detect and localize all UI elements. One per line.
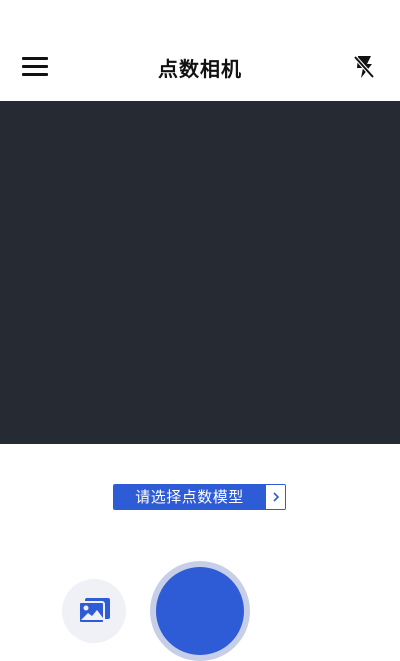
flash-off-icon[interactable] — [352, 54, 376, 80]
gallery-button[interactable] — [62, 579, 126, 643]
flash-off-glyph — [353, 55, 375, 79]
page-title: 点数相机 — [158, 56, 242, 81]
model-select-button[interactable]: 请选择点数模型 — [113, 484, 286, 510]
image-gallery-icon — [78, 598, 110, 624]
shutter-inner — [156, 567, 244, 655]
model-select-label: 请选择点数模型 — [114, 485, 265, 509]
chevron-glyph — [272, 492, 279, 502]
hamburger-menu-icon[interactable] — [22, 55, 48, 79]
camera-app: 点数相机 请选择点数模型 — [0, 0, 400, 661]
app-header: 点数相机 — [0, 34, 400, 100]
menu-line — [22, 73, 48, 76]
menu-line — [22, 65, 48, 68]
menu-line — [22, 57, 48, 60]
shutter-button[interactable] — [150, 561, 250, 661]
camera-preview[interactable] — [0, 101, 400, 444]
chevron-right-icon — [265, 485, 285, 509]
